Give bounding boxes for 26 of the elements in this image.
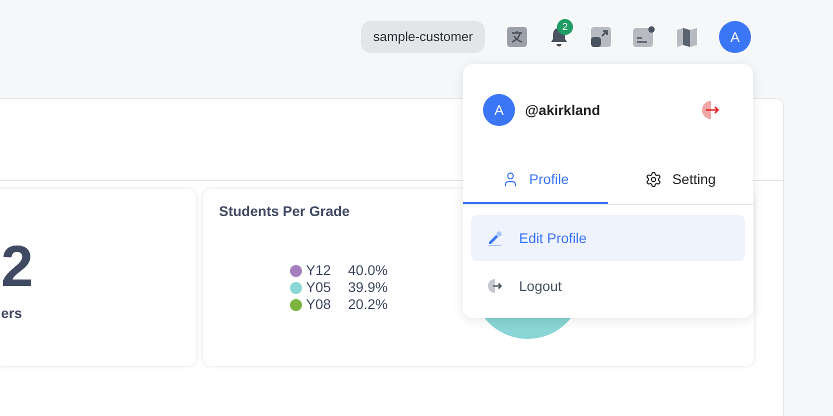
pencil-icon [487,230,503,246]
customer-chip[interactable]: sample-customer [361,21,485,53]
notification-badge: 2 [557,19,573,35]
expand-icon[interactable] [591,27,611,47]
legend-value: 39.9% [348,278,388,297]
avatar[interactable]: A [719,21,751,53]
card-title: Students Per Grade [219,202,351,221]
legend-label: Y05 [306,278,332,297]
menu-avatar: A [483,94,515,126]
legend-label: Y08 [306,295,332,314]
stat-label: ers [1,304,24,323]
menu-tab[interactable]: Setting [608,156,753,204]
username: @akirkland [525,100,600,120]
stat-value: 2 [1,237,34,297]
logout-icon[interactable] [701,100,721,120]
menu-item[interactable]: Edit Profile [471,215,745,261]
translate-icon[interactable] [507,27,527,47]
settings-icon [645,170,662,188]
message-icon[interactable] [633,26,655,48]
legend-value: 40.0% [348,261,388,280]
map-icon[interactable] [677,27,697,47]
menu-tab[interactable]: Profile [463,156,608,204]
logout-icon [487,278,503,294]
legend-label: Y12 [306,261,332,280]
menu-item[interactable]: Logout [471,263,745,309]
legend-value: 20.2% [348,295,388,314]
